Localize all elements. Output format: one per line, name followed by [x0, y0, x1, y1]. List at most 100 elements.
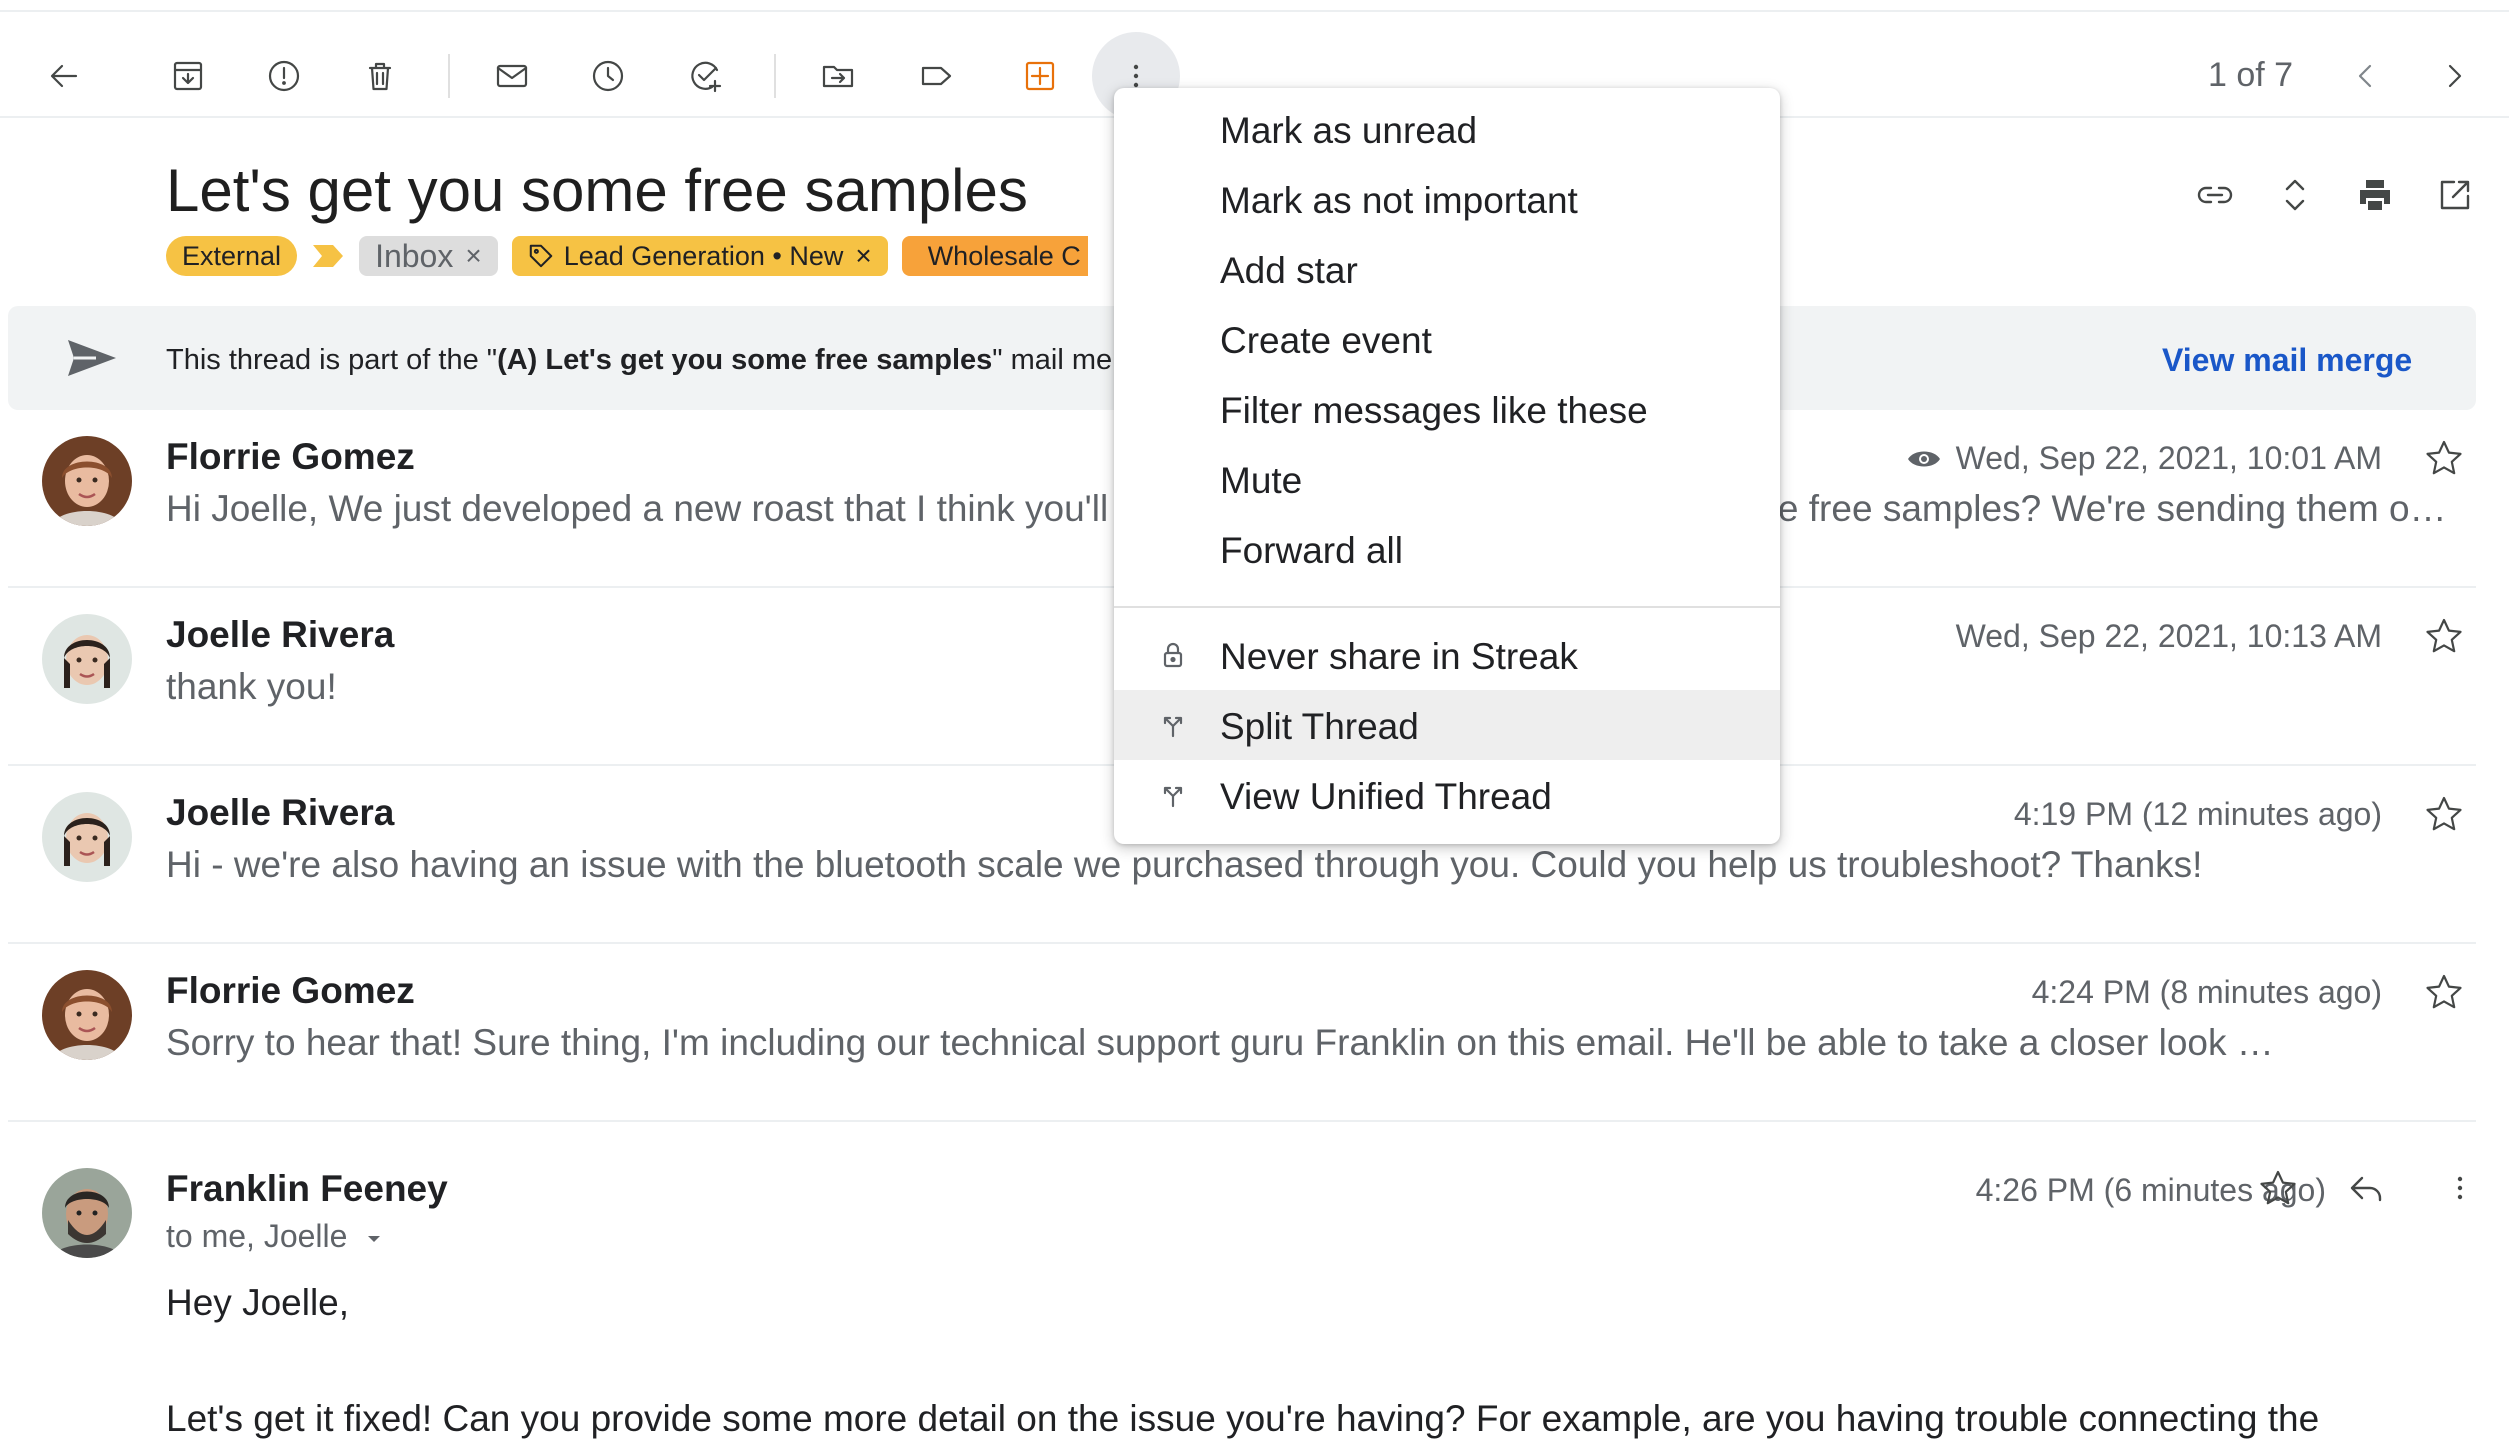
message-row[interactable]: Florrie Gomez Sorry to hear that! Sure t…	[8, 944, 2476, 1122]
avatar	[42, 970, 132, 1060]
message-date: Wed, Sep 22, 2021, 10:01 AM	[1906, 440, 2382, 477]
open-in-new-icon	[2440, 180, 2470, 210]
eye-icon	[1907, 451, 1940, 466]
menu-item-view-unified-thread[interactable]: View Unified Thread	[1114, 760, 1780, 830]
sender-name: Florrie Gomez	[166, 970, 415, 1011]
thread-subject: Let's get you some free samples	[166, 157, 1028, 224]
menu-item-label: View Unified Thread	[1220, 776, 1552, 817]
avatar	[42, 1168, 132, 1258]
remove-label-icon[interactable]: ×	[855, 240, 871, 272]
avatar	[42, 436, 132, 526]
remove-label-icon[interactable]: ×	[465, 240, 481, 272]
importance-marker-icon[interactable]	[311, 243, 345, 269]
expanded-message: Franklin Feeney to me, Joelle 4:26 PM (6…	[8, 1124, 2476, 1452]
add-to-tasks-button[interactable]	[670, 40, 742, 112]
label-chips: External Inbox × Lead Generation • New × W…	[166, 236, 1088, 276]
star-icon	[2426, 618, 2462, 653]
copy-link-button[interactable]	[2190, 170, 2240, 220]
toolbar-divider	[448, 54, 450, 98]
chevron-left-icon	[2358, 64, 2372, 88]
avatar	[42, 614, 132, 704]
menu-item-filter-messages[interactable]: Filter messages like these	[1114, 374, 1780, 444]
label-chip-external[interactable]: External	[166, 236, 298, 276]
mark-unread-button[interactable]	[476, 40, 548, 112]
menu-item-mark-not-important[interactable]: Mark as not important	[1114, 164, 1780, 234]
star-button[interactable]	[2424, 438, 2468, 482]
reply-button[interactable]	[2342, 1164, 2390, 1212]
star-icon	[2426, 974, 2462, 1009]
lock-icon	[1158, 640, 1188, 670]
label-chip-inbox[interactable]: Inbox ×	[359, 236, 498, 276]
menu-item-split-thread[interactable]: Split Thread	[1114, 690, 1780, 760]
sender-name: Franklin Feeney	[166, 1168, 448, 1209]
star-icon	[2260, 1170, 2296, 1205]
star-button[interactable]	[2424, 972, 2468, 1016]
archive-icon	[173, 61, 203, 91]
unfold-icon	[2285, 179, 2305, 211]
star-button[interactable]	[2254, 1164, 2302, 1212]
report-spam-icon	[268, 60, 300, 92]
mail-merge-text: This thread is part of the "(A) Let's ge…	[166, 344, 1126, 377]
sender-name: Joelle Rivera	[166, 792, 395, 833]
message-snippet: Hi - we're also having an issue with the…	[166, 844, 2203, 885]
back-button[interactable]	[28, 40, 100, 112]
recipients-text: to me, Joelle	[166, 1218, 348, 1254]
tag-icon	[529, 244, 552, 268]
message-date: 4:24 PM (8 minutes ago)	[2032, 974, 2382, 1011]
move-to-icon	[822, 65, 854, 88]
date-text: Wed, Sep 22, 2021, 10:01 AM	[1955, 440, 2382, 476]
newer-button[interactable]	[2330, 40, 2402, 112]
print-button[interactable]	[2350, 170, 2400, 220]
star-button[interactable]	[2424, 616, 2468, 660]
menu-item-mute[interactable]: Mute	[1114, 444, 1780, 514]
menu-item-label: Split Thread	[1220, 706, 1419, 747]
label-text: Inbox	[375, 237, 454, 274]
label-text: Lead Generation • New	[563, 240, 844, 271]
more-options-button[interactable]	[2436, 1164, 2484, 1212]
menu-item-mark-unread[interactable]: Mark as unread	[1114, 94, 1780, 164]
mail-merge-name: (A) Let's get you some free samples	[497, 344, 993, 376]
menu-divider	[1114, 606, 1780, 608]
snooze-button[interactable]	[572, 40, 644, 112]
streak-button[interactable]	[1004, 40, 1076, 112]
print-icon	[2360, 180, 2390, 210]
message-date: 4:19 PM (12 minutes ago)	[2014, 796, 2382, 833]
label-button[interactable]	[900, 40, 972, 112]
menu-item-label: Create event	[1220, 320, 1432, 361]
delete-button[interactable]	[344, 40, 416, 112]
label-chip-lead-generation[interactable]: Lead Generation • New ×	[511, 236, 888, 276]
streak-icon	[1025, 61, 1055, 91]
snooze-icon	[592, 60, 624, 92]
expand-all-button[interactable]	[2270, 170, 2320, 220]
older-button[interactable]	[2418, 40, 2490, 112]
star-button[interactable]	[2424, 794, 2468, 838]
label-chip-wholesale[interactable]: Wholesale C	[901, 236, 1088, 276]
thread-actions	[2190, 170, 2490, 220]
move-to-button[interactable]	[802, 40, 874, 112]
view-mail-merge-link[interactable]: View mail merge	[2162, 342, 2412, 379]
message-snippet: Sorry to hear that! Sure thing, I'm incl…	[166, 1022, 2274, 1063]
archive-button[interactable]	[152, 40, 224, 112]
menu-item-label: Mute	[1220, 460, 1303, 501]
menu-item-forward-all[interactable]: Forward all	[1114, 514, 1780, 584]
menu-item-label: Mark as not important	[1220, 180, 1578, 221]
star-icon	[2426, 796, 2462, 831]
recipients-toggle[interactable]: to me, Joelle	[166, 1218, 384, 1255]
label-text: Wholesale C	[927, 240, 1081, 271]
report-spam-button[interactable]	[248, 40, 320, 112]
menu-item-add-star[interactable]: Add star	[1114, 234, 1780, 304]
more-actions-menu: Mark as unread Mark as not important Add…	[1114, 88, 1780, 844]
message-greeting: Hey Joelle,	[166, 1282, 350, 1323]
menu-item-create-event[interactable]: Create event	[1114, 304, 1780, 374]
sender-name: Florrie Gomez	[166, 436, 415, 477]
delete-icon	[368, 62, 392, 91]
menu-item-never-share-streak[interactable]: Never share in Streak	[1114, 620, 1780, 690]
label-icon	[921, 66, 952, 86]
mark-unread-icon	[496, 64, 528, 88]
menu-item-label: Mark as unread	[1220, 110, 1478, 151]
open-new-window-button[interactable]	[2430, 170, 2480, 220]
menu-item-label: Filter messages like these	[1220, 390, 1648, 431]
pagination-count: 1 of 7	[2208, 56, 2294, 94]
star-icon	[2426, 440, 2462, 475]
send-icon	[68, 340, 116, 376]
